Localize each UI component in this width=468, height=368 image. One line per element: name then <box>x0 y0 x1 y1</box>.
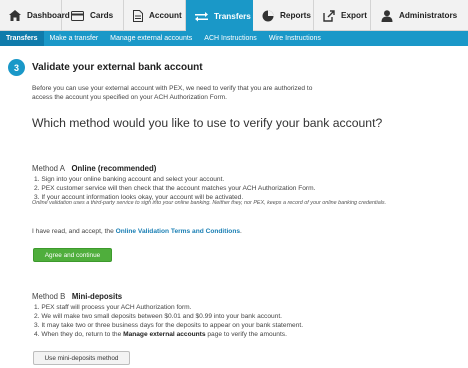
nav-cards-label: Cards <box>90 11 114 20</box>
nav-reports-label: Reports <box>280 11 311 20</box>
method-b-steps: 1. PEX staff will process your ACH Autho… <box>34 303 434 339</box>
nav-account[interactable]: Account <box>124 0 186 31</box>
subnav-wire-instructions[interactable]: Wire Instructions <box>263 31 327 46</box>
nav-transfers-label: Transfers <box>214 11 251 21</box>
list-item: 2. PEX customer service will then check … <box>34 185 316 192</box>
nav-reports[interactable]: Reports <box>253 0 314 31</box>
list-item: 3. It may take two or three business day… <box>34 322 304 329</box>
nav-dashboard[interactable]: Dashboard <box>0 0 70 31</box>
nav-cards[interactable]: Cards <box>62 0 124 31</box>
page-title: Validate your external bank account <box>32 62 203 73</box>
terms-link[interactable]: Online Validation Terms and Conditions <box>116 228 240 235</box>
subnav-transfers[interactable]: Transfers <box>0 31 44 46</box>
method-b-prefix: Method B <box>32 292 66 301</box>
list-item: 1. Sign into your online banking account… <box>34 176 225 183</box>
person-icon <box>380 9 393 22</box>
method-a-prefix: Method A <box>32 164 65 173</box>
item4-pre: 4. When they do, return to the <box>34 331 124 338</box>
manage-external-accounts-text: Manage external accounts <box>123 331 206 338</box>
document-icon <box>133 9 143 22</box>
step-number-badge: 3 <box>8 59 25 76</box>
export-icon <box>323 9 335 22</box>
online-validation-note: Online validation uses a third-party ser… <box>32 200 387 206</box>
transfer-arrows-icon <box>195 11 208 22</box>
item4-post: page to verify the amounts. <box>205 331 287 338</box>
sub-nav: Transfers Make a transfer Manage externa… <box>0 31 468 46</box>
method-a-heading: Method A Online (recommended) <box>32 164 156 173</box>
agree-and-continue-button[interactable]: Agree and continue <box>33 248 112 262</box>
accept-text: I have read, and accept, the <box>32 228 116 235</box>
home-icon <box>9 10 21 21</box>
subnav-manage-external-accounts[interactable]: Manage external accounts <box>104 31 198 46</box>
list-item: 4. When they do, return to the Manage ex… <box>34 330 434 339</box>
subnav-ach-instructions[interactable]: ACH Instructions <box>198 31 263 46</box>
pie-chart-icon <box>262 10 274 21</box>
nav-export[interactable]: Export <box>314 0 371 31</box>
method-b-heading: Method B Mini-deposits <box>32 292 122 301</box>
list-item: 1. PEX staff will process your ACH Autho… <box>34 304 192 311</box>
subnav-make-a-transfer[interactable]: Make a transfer <box>44 31 105 46</box>
method-a-name: Online (recommended) <box>71 164 157 173</box>
top-nav: Dashboard Cards Account Transfers Report… <box>0 0 468 32</box>
method-a-steps: 1. Sign into your online banking account… <box>34 175 434 202</box>
nav-administrators-label: Administrators <box>399 11 458 20</box>
terms-acceptance-text: I have read, and accept, the Online Vali… <box>32 228 242 235</box>
method-question: Which method would you like to use to ve… <box>32 116 383 130</box>
list-item: 2. We will make two small deposits betwe… <box>34 313 283 320</box>
nav-account-label: Account <box>149 11 182 20</box>
intro-paragraph: Before you can use your external account… <box>32 85 313 101</box>
use-mini-deposits-button[interactable]: Use mini-deposits method <box>33 351 130 365</box>
card-icon <box>71 10 84 21</box>
accept-end: . <box>240 228 242 235</box>
nav-administrators[interactable]: Administrators <box>371 0 468 31</box>
method-b-name: Mini-deposits <box>71 292 123 301</box>
nav-export-label: Export <box>341 11 367 20</box>
nav-transfers[interactable]: Transfers <box>186 0 253 32</box>
